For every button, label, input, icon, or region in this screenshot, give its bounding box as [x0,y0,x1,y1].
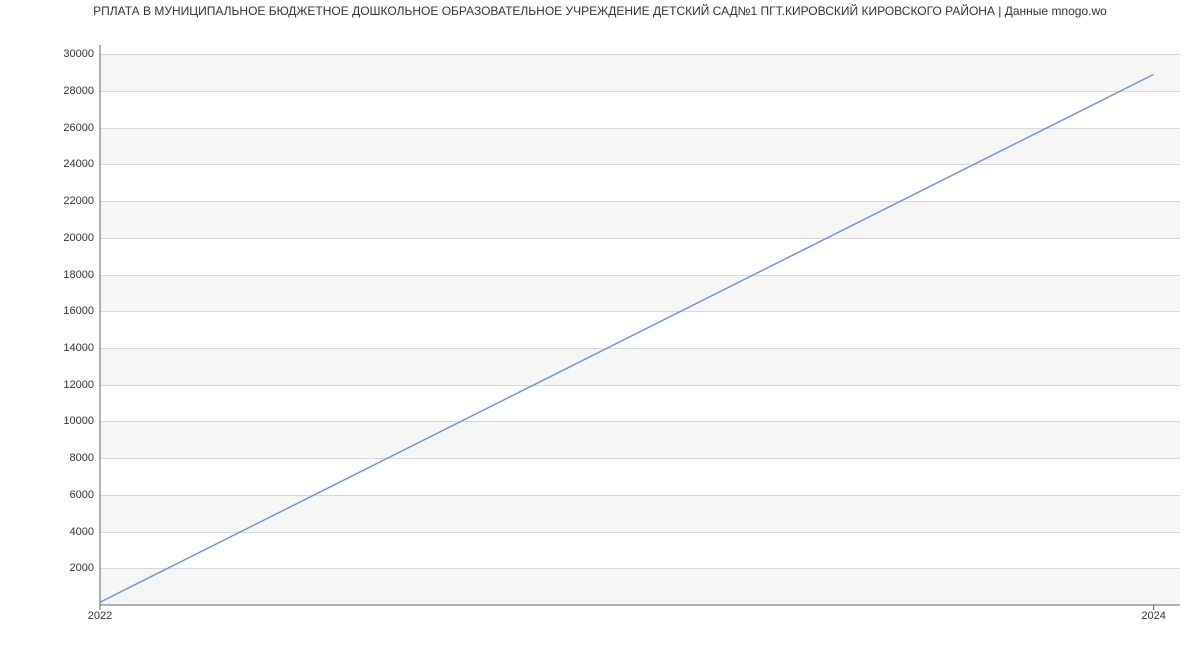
y-tick-label: 10000 [4,415,94,427]
data-line-svg [100,45,1180,605]
x-tick-label: 2024 [1141,610,1165,622]
y-tick-label: 16000 [4,305,94,317]
y-tick-label: 14000 [4,342,94,354]
y-tick-label: 6000 [4,489,94,501]
y-tick-label: 12000 [4,379,94,391]
y-tick-label: 8000 [4,452,94,464]
series-line [100,74,1154,602]
chart-container: РПЛАТА В МУНИЦИПАЛЬНОЕ БЮДЖЕТНОЕ ДОШКОЛЬ… [0,0,1200,650]
y-tick-label: 4000 [4,526,94,538]
y-tick-label: 22000 [4,195,94,207]
y-tick-label: 18000 [4,269,94,281]
y-tick-label: 20000 [4,232,94,244]
y-tick-label: 28000 [4,85,94,97]
chart-title: РПЛАТА В МУНИЦИПАЛЬНОЕ БЮДЖЕТНОЕ ДОШКОЛЬ… [0,4,1200,18]
y-tick-label: 30000 [4,48,94,60]
y-tick-label: 26000 [4,122,94,134]
y-tick-label: 24000 [4,158,94,170]
x-tick-label: 2022 [88,610,112,622]
y-tick-label: 2000 [4,562,94,574]
